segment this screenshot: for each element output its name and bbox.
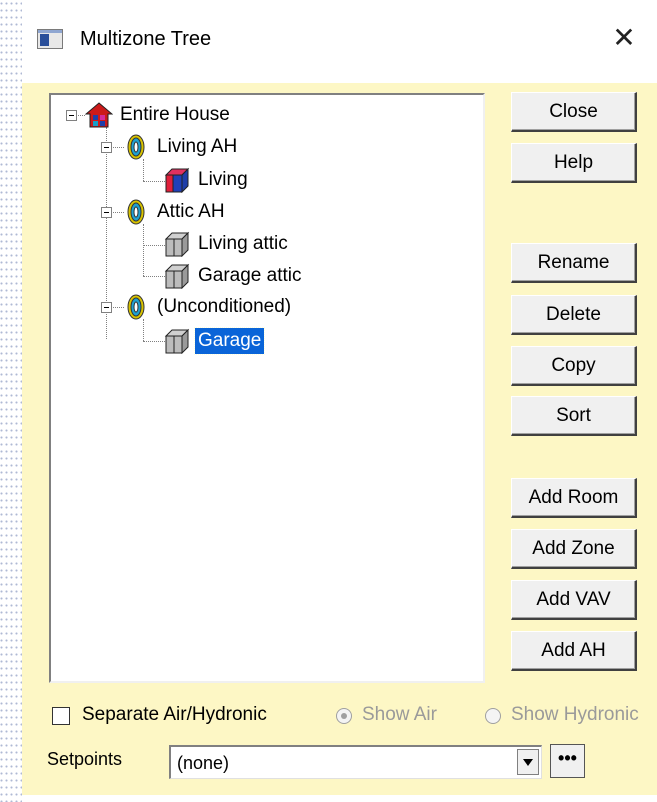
collapse-toggle[interactable]	[101, 207, 112, 218]
tree-connector	[143, 341, 165, 342]
conditioned-room-icon	[164, 167, 190, 193]
tree-item-unconditioned[interactable]: (Unconditioned)	[122, 292, 294, 322]
tree-item-label: Living AH	[157, 136, 238, 157]
zone-tree-view[interactable]: Entire House Living AH Living Attic AH L…	[49, 93, 485, 683]
background-dotted-margin	[0, 0, 22, 802]
close-icon[interactable]: ✕	[607, 21, 641, 55]
setpoints-label: Setpoints	[47, 749, 123, 769]
sort-button[interactable]: Sort	[511, 396, 637, 436]
help-button[interactable]: Help	[511, 143, 637, 183]
add-zone-button[interactable]: Add Zone	[511, 529, 637, 569]
setpoints-dropdown[interactable]: (none)	[169, 745, 542, 779]
chevron-down-icon[interactable]	[517, 749, 539, 775]
delete-button[interactable]: Delete	[511, 295, 637, 335]
tree-item-entire-house[interactable]: Entire House	[85, 100, 233, 130]
setpoints-browse-button[interactable]: •••	[550, 744, 585, 778]
tree-item-garage[interactable]: Garage	[163, 326, 266, 356]
tree-item-living-ah[interactable]: Living AH	[122, 132, 240, 162]
separate-air-hydronic-label: Separate Air/Hydronic	[82, 704, 267, 725]
app-window-icon	[37, 29, 63, 49]
title-bar[interactable]: Multizone Tree ✕	[22, 0, 657, 83]
tree-connector	[143, 159, 144, 181]
show-hydronic-radio[interactable]	[485, 708, 501, 724]
air-handler-icon	[127, 199, 145, 225]
tree-item-garage-attic[interactable]: Garage attic	[163, 261, 305, 291]
tree-item-label: Attic AH	[157, 201, 225, 222]
tree-item-label: Entire House	[120, 104, 230, 125]
show-air-label: Show Air	[362, 704, 437, 725]
tree-connector	[143, 276, 165, 277]
copy-button[interactable]: Copy	[511, 346, 637, 386]
add-ah-button[interactable]: Add AH	[511, 631, 637, 671]
tree-item-living[interactable]: Living	[163, 165, 251, 195]
tree-item-label: Living	[198, 169, 248, 190]
tree-connector	[143, 319, 144, 341]
dialog-client-area: Entire House Living AH Living Attic AH L…	[22, 83, 657, 795]
tree-item-label: Garage attic	[198, 265, 302, 286]
unconditioned-room-icon	[164, 263, 190, 289]
setpoints-selected-value: (none)	[177, 753, 230, 773]
tree-item-attic-ah[interactable]: Attic AH	[122, 197, 228, 227]
tree-item-label: (Unconditioned)	[157, 296, 292, 317]
rename-button[interactable]: Rename	[511, 243, 637, 283]
unconditioned-room-icon	[164, 328, 190, 354]
separate-air-hydronic-checkbox[interactable]	[52, 707, 70, 725]
add-room-button[interactable]: Add Room	[511, 478, 637, 518]
window-title: Multizone Tree	[80, 28, 212, 50]
add-vav-button[interactable]: Add VAV	[511, 580, 637, 620]
show-hydronic-label: Show Hydronic	[511, 704, 639, 725]
unconditioned-room-icon	[164, 231, 190, 257]
tree-connector	[143, 181, 165, 182]
collapse-toggle[interactable]	[101, 302, 112, 313]
tree-connector	[143, 245, 165, 246]
air-handler-icon	[127, 134, 145, 160]
air-handler-icon	[127, 294, 145, 320]
house-icon	[85, 102, 113, 128]
collapse-toggle[interactable]	[66, 110, 77, 121]
collapse-toggle[interactable]	[101, 142, 112, 153]
close-button[interactable]: Close	[511, 92, 637, 132]
show-air-radio[interactable]	[336, 708, 352, 724]
multizone-tree-dialog: Multizone Tree ✕ Entire House Living AH …	[22, 0, 657, 795]
tree-connector	[143, 224, 144, 276]
tree-item-label: Garage	[193, 327, 266, 355]
tree-item-label: Living attic	[198, 233, 288, 254]
tree-item-living-attic[interactable]: Living attic	[163, 229, 291, 259]
